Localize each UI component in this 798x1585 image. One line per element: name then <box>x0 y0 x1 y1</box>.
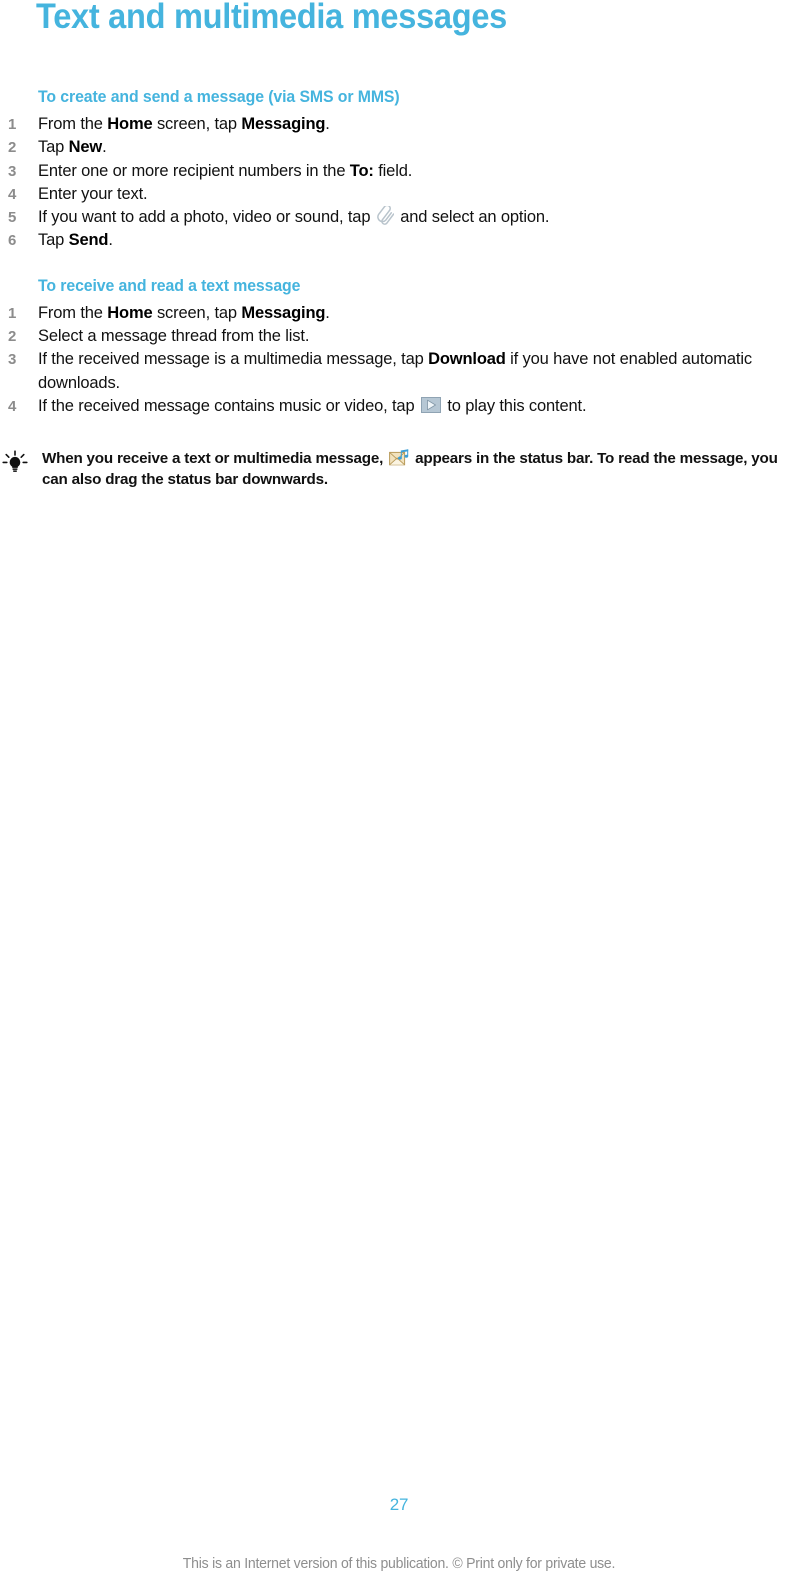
step-text: Tap Send. <box>38 231 113 249</box>
step-item: 2 Tap New. <box>0 136 798 159</box>
body-text: Enter one or more recipient numbers in t… <box>38 161 350 180</box>
step-number: 3 <box>8 351 17 369</box>
body-text: screen, tap <box>152 303 242 322</box>
page-title: Text and multimedia messages <box>36 0 507 36</box>
body-text: Tap <box>38 138 69 157</box>
emphasis-text: Send <box>68 231 109 250</box>
emphasis-text: To: <box>349 161 374 180</box>
body-text: . <box>102 138 107 157</box>
step-item: 6 Tap Send. <box>0 229 798 252</box>
step-list: 1 From the Home screen, tap Messaging. 2 Se… <box>0 302 798 418</box>
step-item: 4 Enter your text. <box>0 183 798 206</box>
body-text: . <box>325 115 330 133</box>
lightbulb-tip-icon <box>2 450 28 474</box>
step-number: 4 <box>8 397 17 415</box>
body-text: If the received message is a multimedia … <box>38 350 429 369</box>
step-text: From the Home screen, tap Messaging. <box>38 115 330 133</box>
multimedia-message-icon <box>389 449 409 466</box>
step-text: Select a message thread from the list. <box>38 327 309 345</box>
tip-note: When you receive a text or multimedia me… <box>0 448 798 490</box>
body-text: If you want to add a photo, video or sou… <box>38 208 375 227</box>
step-item: 1 From the Home screen, tap Messaging. <box>0 113 798 136</box>
emphasis-text: Messaging <box>241 303 326 322</box>
body-text: Select a message thread from the list. <box>38 327 310 346</box>
section-create-and-send: To create and send a message (via SMS or… <box>0 88 798 253</box>
step-item: 4 If the received message contains music … <box>0 395 798 418</box>
step-number: 1 <box>8 304 17 322</box>
step-text: If you want to add a photo, video or sou… <box>38 204 550 227</box>
emphasis-text: Home <box>107 303 153 322</box>
step-text: If the received message contains music o… <box>38 396 587 415</box>
emphasis-text: Download <box>428 350 506 369</box>
body-text: From the <box>38 303 108 322</box>
step-text: From the Home screen, tap Messaging. <box>38 304 330 322</box>
page-number: 27 <box>389 1495 409 1514</box>
step-list: 1 From the Home screen, tap Messaging. 2 Ta… <box>0 113 798 253</box>
tip-text: When you receive a text or multimedia me… <box>42 448 792 490</box>
step-item: 3 Enter one or more recipient numbers in … <box>0 160 798 183</box>
step-text: Enter your text. <box>38 184 148 203</box>
footer-note: This is an Internet version of this publ… <box>182 1556 616 1572</box>
section-heading: To receive and read a text message <box>38 276 301 295</box>
step-number: 3 <box>8 162 17 180</box>
emphasis-text: New <box>68 138 103 157</box>
emphasis-text: When you receive a text or multimedia me… <box>42 450 388 467</box>
emphasis-text: Home <box>107 115 153 133</box>
play-icon <box>420 396 441 413</box>
step-number: 6 <box>8 232 17 250</box>
body-text: field. <box>373 161 413 180</box>
body-text: If the received message contains music o… <box>38 396 419 415</box>
body-text: . <box>325 303 330 322</box>
step-text: Enter one or more recipient numbers in t… <box>38 162 412 180</box>
section-heading: To create and send a message (via SMS or… <box>38 88 400 106</box>
body-text: screen, tap <box>152 115 242 133</box>
step-number: 2 <box>8 328 17 346</box>
step-number: 1 <box>8 116 17 133</box>
body-text: and select an option. <box>395 208 550 227</box>
paperclip-icon <box>376 204 395 226</box>
step-number: 4 <box>8 185 17 203</box>
step-item: 3 If the received message is a multimedia… <box>0 348 798 395</box>
step-item: 2 Select a message thread from the list. <box>0 325 798 348</box>
body-text: From the <box>38 115 108 133</box>
step-text: If the received message is a multimedia … <box>38 348 754 395</box>
step-item: 5 If you want to add a photo, video or so… <box>0 204 798 229</box>
body-text: Enter your text. <box>38 184 148 203</box>
emphasis-text: Messaging <box>241 115 326 133</box>
step-item: 1 From the Home screen, tap Messaging. <box>0 302 798 325</box>
step-number: 2 <box>8 139 17 157</box>
body-text: . <box>108 231 113 250</box>
body-text: Tap <box>38 231 69 250</box>
step-number: 5 <box>8 209 17 227</box>
step-text: Tap New. <box>38 138 107 156</box>
section-receive-and-read: To receive and read a text message 1 From… <box>0 277 798 418</box>
body-text: to play this content. <box>442 396 587 415</box>
document-body: To create and send a message (via SMS or… <box>0 88 798 418</box>
